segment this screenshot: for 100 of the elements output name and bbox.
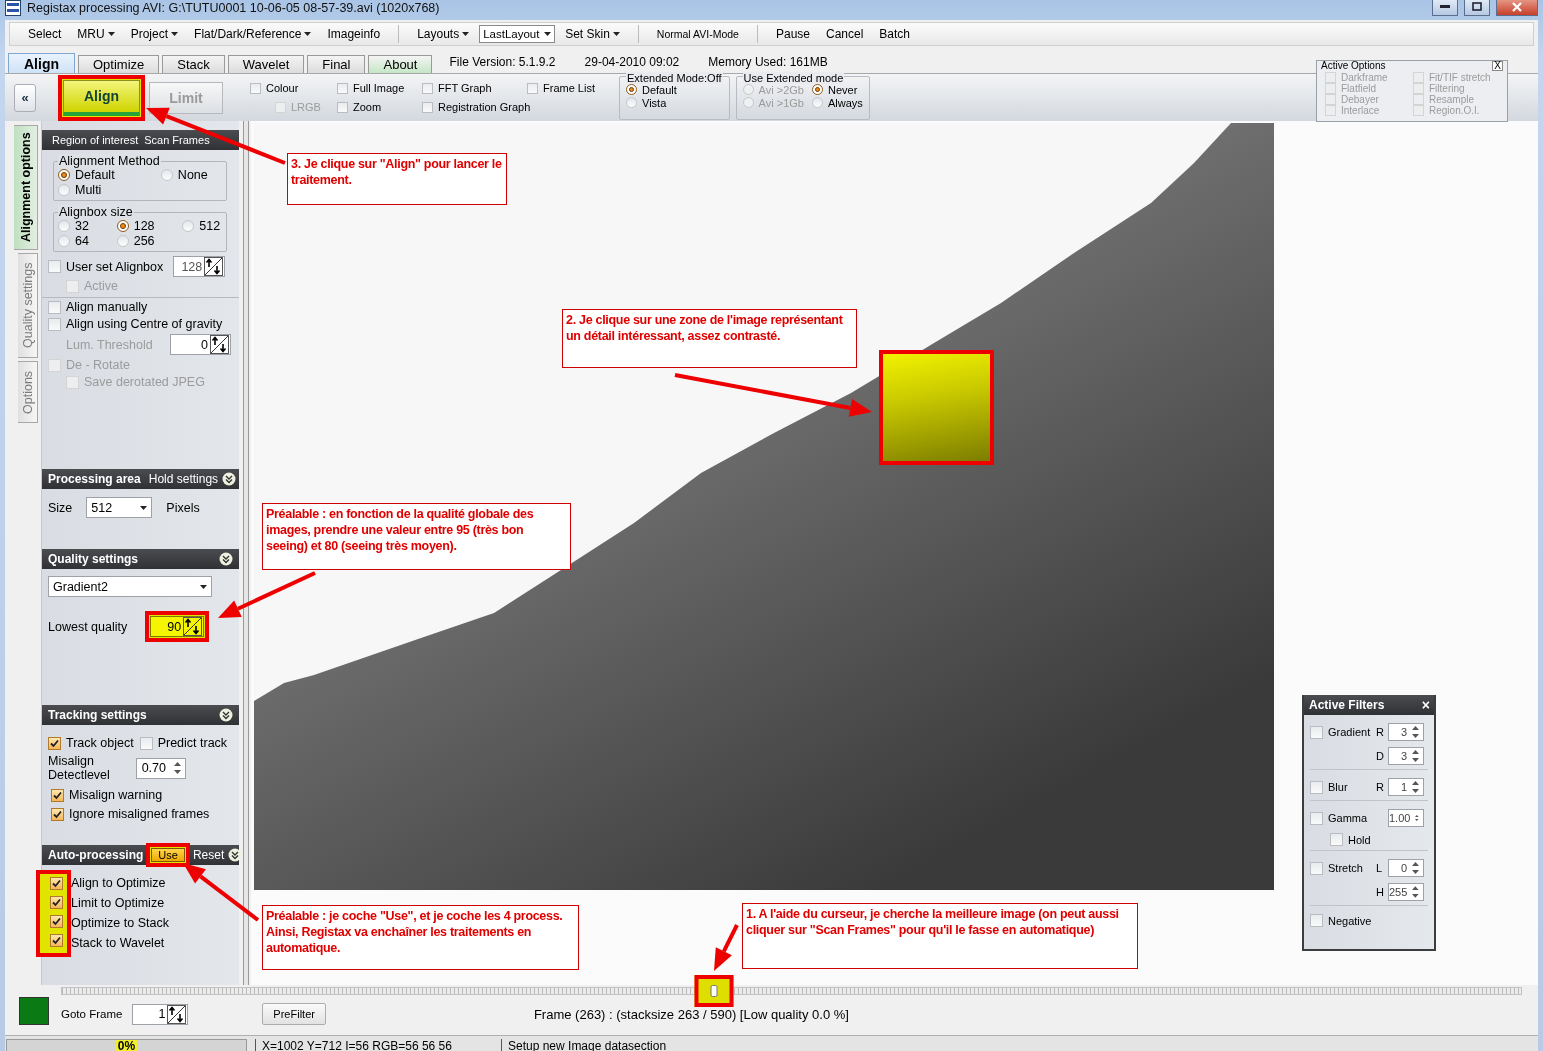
checkbox[interactable] bbox=[1310, 861, 1323, 875]
action-button[interactable]: Align bbox=[63, 79, 140, 116]
checkbox-label: LRGB bbox=[291, 101, 321, 113]
maximize-button[interactable] bbox=[1464, 0, 1490, 16]
tab[interactable]: About bbox=[368, 55, 433, 73]
checkbox[interactable] bbox=[1310, 780, 1323, 794]
radio-button[interactable] bbox=[116, 220, 129, 232]
spin-field[interactable]: 255 bbox=[1388, 883, 1424, 901]
checkbox[interactable] bbox=[48, 317, 61, 331]
checkbox[interactable] bbox=[48, 736, 61, 750]
radio-button[interactable] bbox=[116, 235, 129, 247]
size-dropdown[interactable]: 512 bbox=[86, 497, 153, 518]
minimize-button[interactable] bbox=[1432, 0, 1458, 16]
frame-slider[interactable] bbox=[61, 975, 1522, 1007]
menu-item[interactable]: Select bbox=[20, 24, 70, 44]
menu-dropdown[interactable]: Set Skin bbox=[557, 24, 628, 44]
tab[interactable]: Stack bbox=[162, 55, 225, 73]
header-text[interactable]: Scan Frames bbox=[144, 134, 210, 146]
menu-dropdown[interactable]: MRU bbox=[69, 24, 123, 44]
checkbox-label: Stretch bbox=[1328, 862, 1363, 874]
spin-field[interactable]: 90 bbox=[150, 616, 205, 637]
collapse-chevron-icon[interactable] bbox=[228, 848, 243, 862]
collapse-button[interactable]: « bbox=[14, 83, 36, 112]
spin-field[interactable]: 1.00 bbox=[1388, 809, 1424, 827]
checkbox[interactable] bbox=[250, 82, 261, 94]
checkbox[interactable] bbox=[527, 82, 538, 94]
use-button[interactable]: Use bbox=[151, 848, 185, 862]
spin-field[interactable]: 0 bbox=[1388, 859, 1424, 877]
reset-link[interactable]: Reset bbox=[192, 848, 225, 862]
checkbox[interactable] bbox=[48, 300, 61, 314]
annotation-note: 1. A l'aide du curseur, je cherche la meilleure image (on peut aussi cliquer sur "Scan Frames" pour qu'il le fasse en automatique) bbox=[742, 903, 1138, 969]
menu-item[interactable]: Normal AVI-Mode bbox=[648, 24, 747, 44]
checkbox-label: FFT Graph bbox=[438, 82, 492, 94]
checkbox[interactable] bbox=[337, 82, 348, 94]
radio-button[interactable] bbox=[811, 97, 823, 108]
checkbox[interactable] bbox=[51, 788, 64, 802]
header-text[interactable]: Region of interest bbox=[52, 134, 139, 146]
checkbox[interactable] bbox=[50, 896, 63, 909]
method-dropdown[interactable]: Gradient2 bbox=[48, 576, 212, 597]
menu-dropdown[interactable]: Flat/Dark/Reference bbox=[186, 24, 320, 44]
radio-button[interactable] bbox=[58, 184, 70, 196]
spin-field[interactable]: 3 bbox=[1388, 723, 1424, 741]
spin-field[interactable]: 1 bbox=[132, 1003, 189, 1025]
slider-thumb[interactable] bbox=[694, 975, 734, 1007]
collapse-chevron-icon[interactable] bbox=[219, 708, 233, 722]
radio-button[interactable] bbox=[58, 169, 70, 181]
annotation-note: 3. Je clique sur "Align" pour lancer le traitement. bbox=[287, 153, 507, 205]
spin-field[interactable]: 0.70 bbox=[136, 757, 186, 779]
checkbox[interactable] bbox=[1310, 914, 1323, 927]
checkbox[interactable] bbox=[48, 260, 61, 273]
param-label: H bbox=[1376, 886, 1385, 898]
menu-item[interactable]: Pause bbox=[767, 24, 818, 44]
side-tab[interactable]: Alignment options bbox=[14, 125, 38, 250]
checkbox[interactable] bbox=[50, 877, 63, 890]
spin-field[interactable]: 128 bbox=[173, 256, 226, 277]
spin-arrows-icon bbox=[1412, 862, 1419, 874]
layout-dropdown[interactable]: LastLayout bbox=[479, 25, 556, 43]
spin-arrows-icon bbox=[1415, 812, 1419, 824]
checkbox-label: Full Image bbox=[353, 82, 405, 94]
tab[interactable]: Align bbox=[8, 53, 75, 73]
info-text: Memory Used: 161MB bbox=[708, 55, 828, 69]
spin-field[interactable]: 3 bbox=[1388, 747, 1424, 765]
side-tab[interactable]: Quality settings bbox=[18, 253, 38, 358]
checkbox[interactable] bbox=[422, 101, 433, 113]
checkbox-label: Interlace bbox=[1341, 105, 1380, 116]
header-text[interactable]: Hold settings bbox=[148, 472, 219, 486]
close-button[interactable] bbox=[1496, 0, 1538, 16]
collapse-chevron-icon[interactable] bbox=[219, 552, 233, 566]
radio-label: Default bbox=[642, 83, 677, 96]
tab[interactable]: Optimize bbox=[78, 55, 160, 73]
radio-button[interactable] bbox=[160, 169, 173, 181]
close-button[interactable]: X bbox=[1492, 61, 1503, 71]
checkbox[interactable] bbox=[139, 736, 153, 750]
prefilter-button[interactable]: PreFilter bbox=[262, 1003, 326, 1025]
spin-arrows-icon bbox=[1412, 781, 1419, 793]
radio-button[interactable] bbox=[182, 220, 195, 232]
menu-item[interactable]: Imageinfo bbox=[319, 24, 389, 44]
close-button[interactable]: × bbox=[1421, 698, 1430, 712]
radio-button[interactable] bbox=[58, 235, 70, 247]
checkbox[interactable] bbox=[1310, 811, 1323, 825]
radio-button[interactable] bbox=[626, 97, 637, 108]
checkbox[interactable] bbox=[51, 807, 64, 821]
radio-button[interactable] bbox=[58, 220, 70, 232]
tab[interactable]: Final bbox=[307, 55, 366, 73]
menu-item[interactable]: Batch bbox=[871, 24, 919, 44]
menu-dropdown[interactable]: Project bbox=[122, 24, 187, 44]
side-tab[interactable]: Options bbox=[18, 361, 38, 423]
checkbox[interactable] bbox=[50, 915, 63, 928]
checkbox[interactable] bbox=[422, 82, 433, 94]
menu-dropdown[interactable]: Layouts bbox=[409, 24, 478, 44]
tab[interactable]: Wavelet bbox=[227, 55, 305, 73]
checkbox[interactable] bbox=[50, 934, 63, 947]
radio-button[interactable] bbox=[811, 84, 823, 95]
menu-item[interactable]: Cancel bbox=[818, 24, 872, 44]
checkbox[interactable] bbox=[1330, 833, 1343, 846]
checkbox[interactable] bbox=[337, 101, 348, 113]
checkbox[interactable] bbox=[1310, 725, 1323, 739]
radio-button[interactable] bbox=[626, 84, 637, 95]
spin-field[interactable]: 1 bbox=[1388, 778, 1424, 796]
collapse-chevron-icon[interactable] bbox=[222, 472, 237, 486]
